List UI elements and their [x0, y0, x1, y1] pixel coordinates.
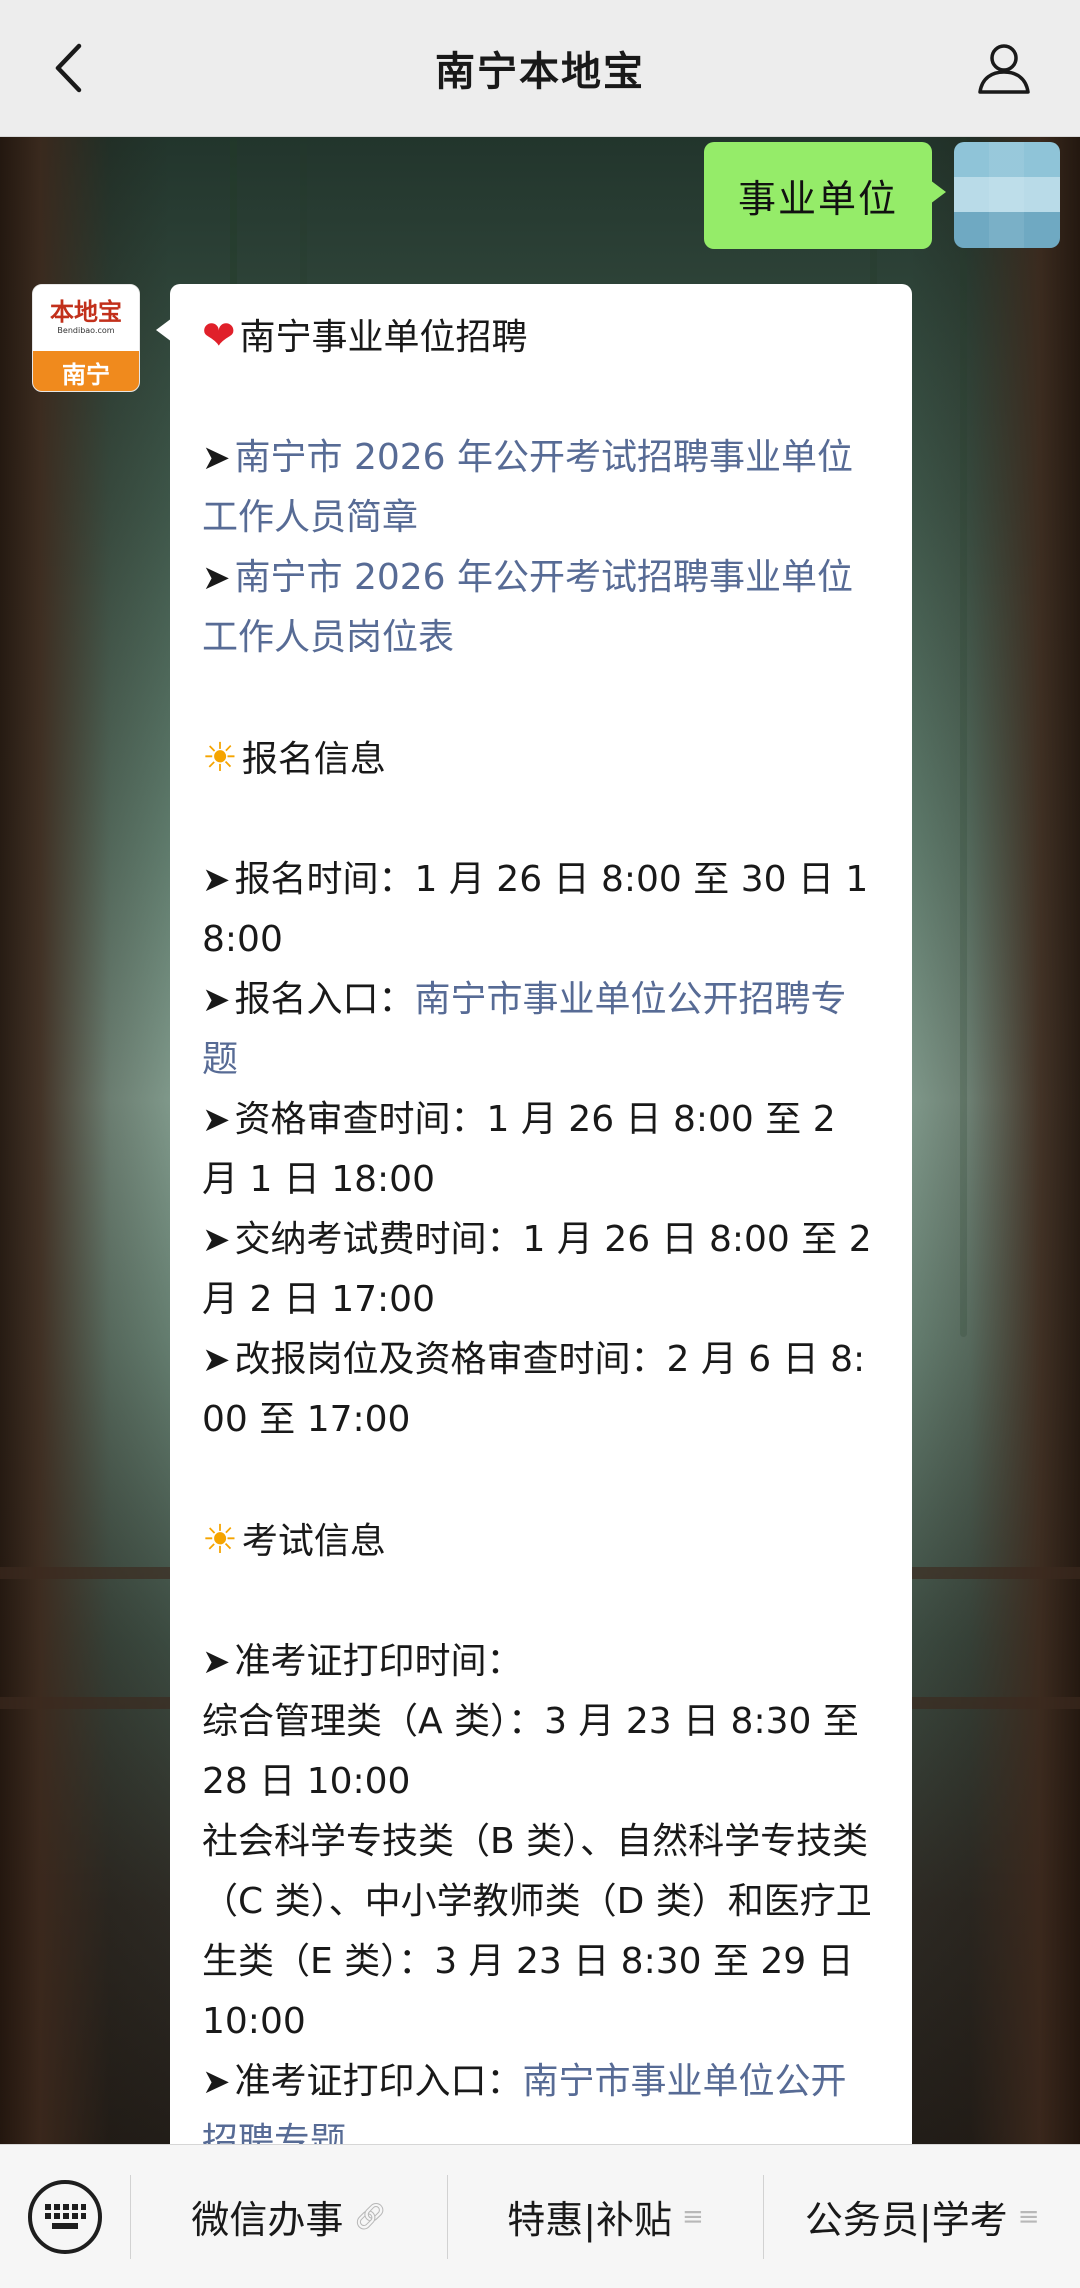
menu-item-discounts[interactable]: 特惠|补贴 ≡ — [448, 2145, 764, 2288]
section-heading-exam: ☀ 考试信息 — [202, 1517, 386, 1563]
arrow-icon: ➤ — [202, 1340, 231, 1380]
logo-city: 南宁 — [33, 351, 139, 391]
arrow-icon: ➤ — [202, 438, 231, 478]
menu-icon: ≡ — [682, 2201, 704, 2232]
list-item: ➤ 准考证打印入口：南宁市事业单位公开招聘专题 — [202, 2052, 880, 2144]
link-recruitment-guide[interactable]: 南宁市 2026 年公开考试招聘事业单位工作人员简章 — [202, 437, 853, 538]
menu-item-label: 公务员|学考 — [804, 2198, 1008, 2242]
sun-icon: ☀ — [202, 735, 238, 781]
sun-icon: ☀ — [202, 1517, 238, 1563]
profile-button[interactable] — [974, 38, 1034, 98]
logo-url: Bendibao.com — [57, 326, 115, 335]
back-button[interactable] — [40, 40, 96, 96]
list-item: ➤ 南宁市 2026 年公开考试招聘事业单位工作人员简章 — [202, 428, 880, 548]
menu-item-label: 特惠|补贴 — [507, 2198, 673, 2242]
list-item: ➤ 资格审查时间：1 月 26 日 8:00 至 2 月 1 日 18:00 — [202, 1090, 880, 1210]
list-item: ➤ 改报岗位及资格审查时间：2 月 6 日 8:00 至 17:00 — [202, 1330, 880, 1450]
menu-item-label: 微信办事 — [191, 2198, 344, 2242]
list-item: ➤ 报名时间：1 月 26 日 8:00 至 30 日 18:00 — [202, 850, 880, 970]
bottom-menu-bar: 微信办事 🔗︎ 特惠|补贴 ≡ 公务员|学考 ≡ — [0, 2144, 1080, 2288]
keyboard-toggle-button[interactable] — [0, 2145, 130, 2288]
outgoing-bubble[interactable]: 事业单位 — [703, 142, 947, 249]
page-title: 南宁本地宝 — [435, 49, 645, 95]
bot-avatar[interactable]: 本地宝 Bendibao.com 南宁 — [32, 284, 140, 392]
incoming-bubble: ❤ 南宁事业单位招聘 ➤ 南宁市 2026 年公开考试招聘事业单位工作人员简章 ➤ 南… — [170, 284, 912, 2144]
my-avatar[interactable] — [954, 142, 1060, 248]
arrow-icon: ➤ — [202, 980, 231, 1020]
link-icon: 🔗︎ — [353, 2201, 387, 2232]
menu-icon: ≡ — [1017, 2201, 1040, 2232]
arrow-icon: ➤ — [202, 1642, 231, 1682]
arrow-icon: ➤ — [202, 1100, 231, 1140]
menu-item-wechat-services[interactable]: 微信办事 🔗︎ — [131, 2145, 447, 2288]
message-title: ❤ 南宁事业单位招聘 — [202, 313, 528, 359]
chevron-left-icon — [55, 43, 82, 93]
top-navbar: 南宁本地宝 — [0, 0, 1080, 137]
section-heading-registration: ☀ 报名信息 — [202, 735, 386, 781]
list-item: ➤ 交纳考试费时间：1 月 26 日 8:00 至 2 月 2 日 17:00 — [202, 1210, 880, 1330]
list-item: ➤ 报名入口：南宁市事业单位公开招聘专题 — [202, 970, 880, 1090]
list-item: ➤ 南宁市 2026 年公开考试招聘事业单位工作人员岗位表 — [202, 548, 880, 668]
list-item: ➤ 准考证打印时间： — [202, 1632, 880, 1692]
admit-time-a: 综合管理类（A 类）：3 月 23 日 8:30 至 28 日 10:00 — [202, 1701, 859, 1802]
user-icon — [978, 44, 1030, 94]
link-position-table[interactable]: 南宁市 2026 年公开考试招聘事业单位工作人员岗位表 — [202, 557, 853, 658]
admit-time-bcde: 社会科学专技类（B 类）、自然科学专技类（C 类）、中小学教师类（D 类）和医疗… — [202, 1821, 872, 2042]
arrow-icon: ➤ — [202, 1220, 231, 1260]
keyboard-icon — [28, 2179, 102, 2254]
heart-icon: ❤ — [202, 313, 236, 359]
logo-brand: 本地宝 — [50, 297, 122, 326]
arrow-icon: ➤ — [202, 860, 231, 900]
outgoing-message-row: 事业单位 — [703, 142, 1060, 249]
arrow-icon: ➤ — [202, 2062, 231, 2102]
menu-item-civil-service[interactable]: 公务员|学考 ≡ — [764, 2145, 1080, 2288]
logo-brand-area: 本地宝 Bendibao.com — [33, 285, 139, 351]
arrow-icon: ➤ — [202, 558, 231, 598]
